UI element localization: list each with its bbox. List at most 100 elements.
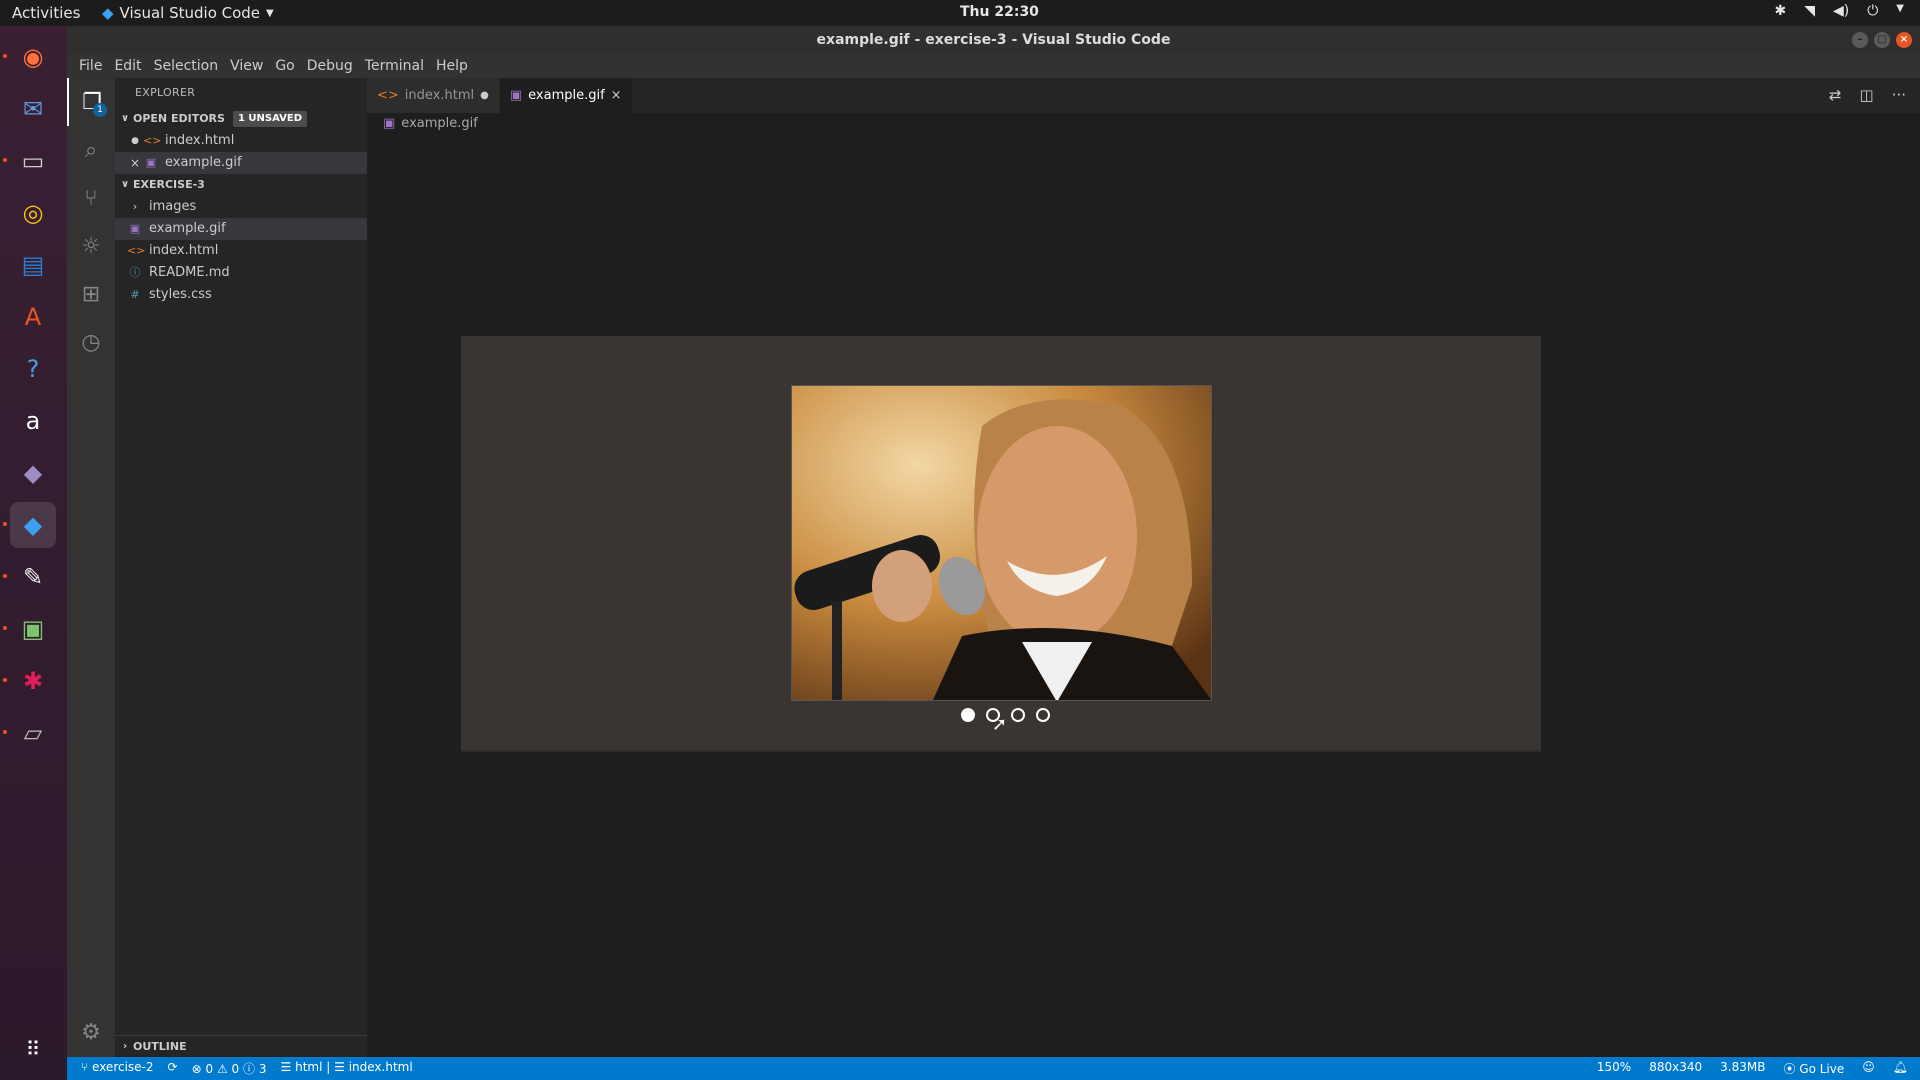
activities-button[interactable]: Activities <box>12 4 80 22</box>
extensions-icon[interactable]: ⊞ <box>67 270 115 318</box>
chevron-right-icon: › <box>122 1040 128 1052</box>
image-viewer-icon[interactable]: ▣ <box>10 606 56 652</box>
outline-status[interactable]: ☰ html | ☰ index.html <box>281 1060 413 1077</box>
window-title: example.gif - exercise-3 - Visual Studio… <box>816 32 1171 48</box>
maximize-button[interactable]: □ <box>1874 32 1890 48</box>
chevron-right-icon: › <box>132 200 138 213</box>
sync-icon[interactable]: ⟳ <box>168 1060 178 1077</box>
image-preview: ➚ <box>461 336 1541 752</box>
menu-edit[interactable]: Edit <box>108 58 147 74</box>
menu-help[interactable]: Help <box>430 58 474 74</box>
file-item[interactable]: <> index.html <box>115 240 367 262</box>
branch-status[interactable]: ⑂ exercise-2 <box>81 1060 154 1077</box>
css-file-icon: # <box>130 288 140 301</box>
file-item[interactable]: ▣ example.gif <box>115 218 367 240</box>
firefox-icon[interactable]: ◉ <box>10 34 56 80</box>
file-label: index.html <box>149 243 219 258</box>
rhythmbox-icon[interactable]: ◎ <box>10 190 56 236</box>
chevron-down-icon: ∨ <box>120 179 130 190</box>
open-editors-header[interactable]: ∨ OPEN EDITORS 1 UNSAVED <box>115 108 367 130</box>
chevron-down-icon: ▼ <box>266 7 274 19</box>
unsaved-badge: 1 UNSAVED <box>232 111 308 127</box>
slack-tray-icon[interactable]: ✱ <box>1774 3 1786 19</box>
close-button[interactable]: × <box>1896 32 1912 48</box>
source-control-icon[interactable]: ⑂ <box>67 174 115 222</box>
running-indicator <box>3 574 7 578</box>
files-icon[interactable]: ▭ <box>10 138 56 184</box>
menu-debug[interactable]: Debug <box>301 58 359 74</box>
breadcrumb[interactable]: ▣ example.gif <box>383 116 478 131</box>
carousel-dot[interactable] <box>1036 708 1050 722</box>
zoom-level[interactable]: 150% <box>1597 1060 1631 1077</box>
image-file-icon: ▣ <box>509 88 523 103</box>
unsaved-dot-icon[interactable]: ● <box>127 130 143 152</box>
close-icon[interactable]: × <box>611 88 622 103</box>
carousel-dot[interactable] <box>1011 708 1025 722</box>
writer-icon[interactable]: ▤ <box>10 242 56 288</box>
menu-terminal[interactable]: Terminal <box>359 58 430 74</box>
folder-item[interactable]: › images <box>115 196 367 218</box>
editor-actions: ⇄ ◫ ··· <box>1829 86 1906 104</box>
menu-selection[interactable]: Selection <box>148 58 225 74</box>
app-menu[interactable]: ◆ Visual Studio Code ▼ <box>102 4 274 22</box>
html-file-icon: <> <box>143 134 162 147</box>
tab-example-gif[interactable]: ▣ example.gif × <box>499 78 633 113</box>
slack-icon[interactable]: ✱ <box>10 658 56 704</box>
bell-icon[interactable]: 🔔︎ <box>1893 1060 1908 1077</box>
show-applications-icon[interactable]: ⠿ <box>10 1026 56 1072</box>
menu-file[interactable]: File <box>73 58 108 74</box>
explorer-icon[interactable]: ❐ 1 <box>67 78 115 126</box>
running-indicator <box>3 522 7 526</box>
open-editor-item[interactable]: × ▣ example.gif <box>115 152 367 174</box>
minimize-button[interactable]: – <box>1852 32 1868 48</box>
window-controls: – □ × <box>1852 32 1912 48</box>
scanner-icon[interactable]: ▱ <box>10 710 56 756</box>
open-changes-icon[interactable]: ⇄ <box>1829 86 1842 104</box>
list-icon: ☰ <box>334 1060 345 1074</box>
clock[interactable]: Thu 22:30 <box>960 4 1039 20</box>
info-count: 3 <box>258 1062 267 1076</box>
menu-go[interactable]: Go <box>269 58 300 74</box>
tab-index-html[interactable]: <> index.html ● <box>367 78 500 113</box>
thunderbird-icon[interactable]: ✉ <box>10 86 56 132</box>
menubar: File Edit Selection View Go Debug Termin… <box>67 54 1920 78</box>
folder-label: images <box>149 199 197 214</box>
split-editor-icon[interactable]: ◫ <box>1860 86 1874 104</box>
git-history-icon[interactable]: ◷ <box>67 318 115 366</box>
software-center-icon[interactable]: A <box>10 294 56 340</box>
gitkraken-icon[interactable]: ◆ <box>10 450 56 496</box>
file-item[interactable]: ⓘ README.md <box>115 262 367 284</box>
tab-label: example.gif <box>528 88 605 103</box>
vscode-dock-icon[interactable]: ◆ <box>10 502 56 548</box>
problems-status[interactable]: ⊗ 0 ⚠ 0 ⓘ 3 <box>192 1060 267 1077</box>
file-item[interactable]: # styles.css <box>115 284 367 306</box>
carousel-dot[interactable] <box>961 708 975 722</box>
text-editor-icon[interactable]: ✎ <box>10 554 56 600</box>
window-titlebar[interactable]: example.gif - exercise-3 - Visual Studio… <box>67 26 1920 54</box>
gear-icon[interactable]: ⚙ <box>67 1008 115 1056</box>
go-live-button[interactable]: ⦿ Go Live <box>1783 1060 1844 1077</box>
modified-dot-icon[interactable]: ● <box>480 90 489 101</box>
search-icon[interactable]: ⌕ <box>67 126 115 174</box>
open-editor-item[interactable]: ● <> index.html <box>115 130 367 152</box>
go-live-label: Go Live <box>1799 1062 1845 1076</box>
dock: ◉ ✉ ▭ ◎ ▤ A ? a ◆ ◆ ✎ ▣ ✱ ▱ ⠿ <box>0 26 67 1080</box>
system-tray[interactable]: ✱ ◥ ◀) ⏻ ▼ <box>1774 3 1904 19</box>
project-header[interactable]: ∨ EXERCISE-3 <box>115 174 367 196</box>
outline-header[interactable]: › OUTLINE <box>115 1035 367 1057</box>
image-file-icon: ▣ <box>383 116 396 131</box>
close-icon[interactable]: × <box>127 152 143 174</box>
wifi-icon: ◥ <box>1804 3 1815 19</box>
help-icon[interactable]: ? <box>10 346 56 392</box>
file-label: README.md <box>149 265 230 280</box>
broadcast-icon: ⦿ <box>1783 1062 1796 1076</box>
html-file-icon: <> <box>377 88 399 103</box>
debug-icon[interactable]: ☼ <box>67 222 115 270</box>
photo-illustration <box>792 386 1211 700</box>
amazon-icon[interactable]: a <box>10 398 56 444</box>
warning-count: 0 <box>231 1062 240 1076</box>
more-actions-icon[interactable]: ··· <box>1892 86 1906 104</box>
feedback-icon[interactable]: ☺ <box>1862 1060 1875 1077</box>
menu-view[interactable]: View <box>224 58 269 74</box>
running-indicator <box>3 730 7 734</box>
